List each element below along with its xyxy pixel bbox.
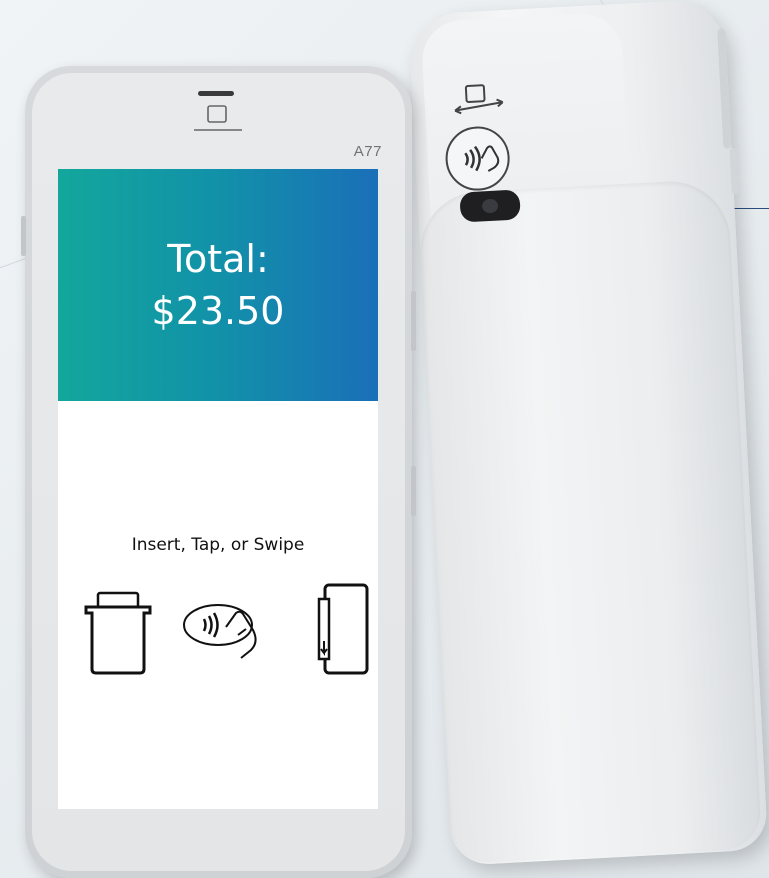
side-button-right xyxy=(411,291,416,351)
terminal-front-view: A77 Total: $23.50 Insert, Tap, or Swipe xyxy=(21,66,416,878)
model-label: A77 xyxy=(353,143,382,160)
total-banner: Total: $23.50 xyxy=(58,169,378,401)
contactless-icon xyxy=(443,124,512,193)
card-swipe-icon[interactable] xyxy=(313,583,377,677)
payment-prompt: Insert, Tap, or Swipe xyxy=(131,535,305,555)
speaker-grille xyxy=(198,91,234,96)
card-swipe-icon xyxy=(454,84,504,115)
total-label: Total: xyxy=(167,237,269,281)
terminal-back-body xyxy=(417,178,763,864)
side-button-right xyxy=(411,466,416,516)
card-swipe-slot xyxy=(717,28,732,149)
total-amount: $23.50 xyxy=(151,289,285,333)
side-button-left xyxy=(21,216,26,256)
card-reader-icon xyxy=(194,105,242,131)
camera-lens xyxy=(459,189,521,223)
side-button xyxy=(729,147,740,195)
payment-methods xyxy=(58,579,378,689)
terminal-screen[interactable]: Total: $23.50 Insert, Tap, or Swipe xyxy=(58,169,378,809)
contactless-tap-icon[interactable] xyxy=(178,601,286,667)
card-insert-icon[interactable] xyxy=(80,591,156,675)
terminal-back-view xyxy=(408,0,769,866)
